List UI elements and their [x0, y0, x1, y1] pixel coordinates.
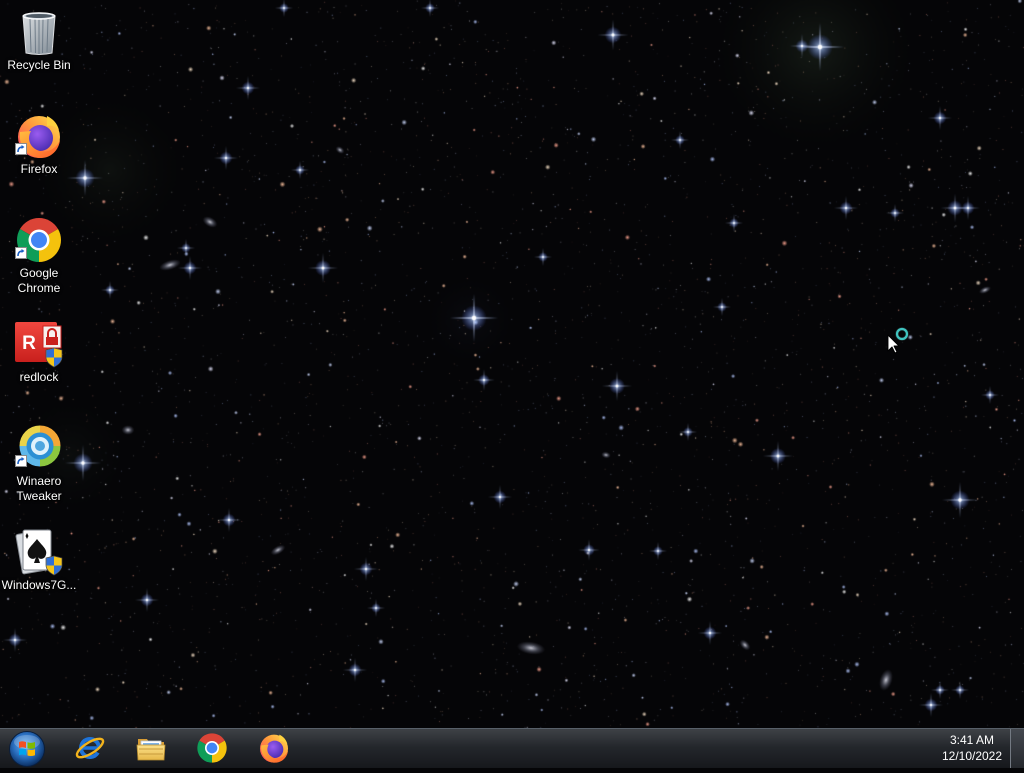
busy-cursor-icon	[887, 327, 909, 354]
clock-date: 12/10/2022	[941, 749, 1003, 763]
desktop-icon-label: Windows7G...	[1, 578, 77, 592]
taskbar-pinned-firefox[interactable]	[244, 729, 304, 768]
desktop-icon-label: redlock	[19, 370, 59, 384]
desktop-icon-winaero-tweaker[interactable]: Winaero Tweaker	[0, 418, 78, 518]
taskbar-pinned-google-chrome[interactable]	[182, 729, 242, 768]
chrome-icon	[197, 733, 227, 763]
internet-explorer-icon	[75, 737, 105, 759]
desktop-icon-label: Firefox	[20, 162, 58, 176]
desktop-icon-firefox[interactable]: Firefox	[0, 106, 78, 206]
show-desktop-button[interactable]	[1010, 729, 1024, 768]
shortcut-arrow-icon	[15, 455, 27, 467]
firefox-icon	[260, 734, 288, 763]
desktop-icon-label: Google Chrome	[17, 266, 61, 295]
desktop-icon-label: Winaero Tweaker	[16, 474, 62, 503]
desktop-icon-recycle-bin[interactable]: Recycle Bin	[0, 2, 78, 102]
file-explorer-icon	[136, 739, 166, 761]
shortcut-arrow-icon	[15, 247, 27, 259]
desktop-wallpaper	[0, 0, 1024, 768]
redlock-icon: R	[15, 322, 63, 368]
desktop-icon-label: Recycle Bin	[7, 58, 71, 72]
taskbar-clock[interactable]: 3:41 AM 12/10/2022	[934, 732, 1010, 764]
taskbar: 3:41 AM 12/10/2022	[0, 728, 1024, 768]
desktop-icon-windows7-games[interactable]: Windows7G...	[0, 522, 78, 622]
shortcut-arrow-icon	[15, 143, 27, 155]
solitaire-icon	[15, 529, 63, 576]
redlock-logo-letter: R	[22, 333, 36, 354]
start-button[interactable]	[8, 730, 46, 768]
desktop-icon-google-chrome[interactable]: Google Chrome	[0, 210, 78, 310]
clock-time: 3:41 AM	[949, 733, 995, 747]
desktop-icon-redlock[interactable]: R redlock	[0, 314, 78, 414]
recycle-bin-icon	[22, 12, 56, 55]
taskbar-pinned-internet-explorer[interactable]	[60, 729, 120, 768]
windows-start-orb-icon	[9, 731, 45, 767]
taskbar-pinned-file-explorer[interactable]	[121, 729, 181, 768]
